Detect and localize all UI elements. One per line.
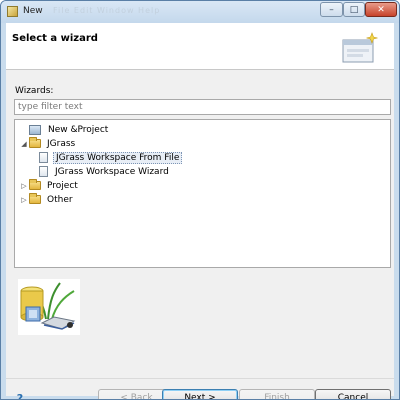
minimize-button[interactable]: – [320,2,343,17]
tree-item-label: JGrass Workspace Wizard [55,166,169,177]
tree-item-label: New &Project [48,124,109,135]
tree-item-jgrass-workspace-from-file[interactable]: JGrass Workspace From File [39,151,183,164]
wizards-label: Wizards: [15,86,54,96]
maximize-icon: □ [349,4,359,15]
tree-item-jgrass-workspace-wizard[interactable]: JGrass Workspace Wizard [39,165,171,178]
help-button[interactable]: ? [12,391,28,400]
tree-item-other[interactable]: ▷ Other [19,193,75,206]
dialog-content: Select a wizard Wizards: New &Project ◢ … [6,23,394,399]
new-wizard-icon [342,32,378,63]
title-bar[interactable]: New File Edit Window Help – □ ✕ [1,1,399,23]
dialog-window: New File Edit Window Help – □ ✕ Select a… [0,0,400,400]
minimize-icon: – [329,4,334,15]
wizard-banner: Select a wizard [6,23,394,70]
collapsed-chevron-icon[interactable]: ▷ [19,182,29,190]
tree-item-label: JGrass Workspace From File [53,151,183,164]
wizard-tree[interactable]: New &Project ◢ JGrass JGrass Workspace F… [14,119,391,268]
tree-item-label: Project [47,180,78,191]
background-menu-ghost: File Edit Window Help [53,6,161,15]
expanded-chevron-icon[interactable]: ◢ [19,140,29,148]
tree-item-new-project[interactable]: New &Project [19,123,110,136]
tree-item-label: JGrass [47,138,76,149]
tree-item-project[interactable]: ▷ Project [19,179,80,192]
page-title: Select a wizard [12,33,98,44]
tree-item-jgrass[interactable]: ◢ JGrass [19,137,77,150]
maximize-button[interactable]: □ [343,2,365,17]
finish-button[interactable]: Finish [239,389,315,399]
close-button[interactable]: ✕ [365,2,397,17]
window-title: New [23,6,43,16]
footer-separator [6,378,394,379]
filter-input[interactable] [14,99,391,115]
new-project-icon [29,124,41,135]
folder-icon [29,179,41,190]
cancel-button[interactable]: Cancel [315,389,391,399]
next-button[interactable]: Next > [162,389,238,399]
folder-icon [29,193,41,204]
document-icon [39,152,48,163]
close-icon: ✕ [377,4,385,15]
app-icon [7,6,18,17]
collapsed-chevron-icon[interactable]: ▷ [19,196,29,204]
wizard-description-image [18,279,80,335]
document-icon [39,166,48,177]
tree-item-label: Other [47,194,73,205]
folder-icon [29,137,41,148]
